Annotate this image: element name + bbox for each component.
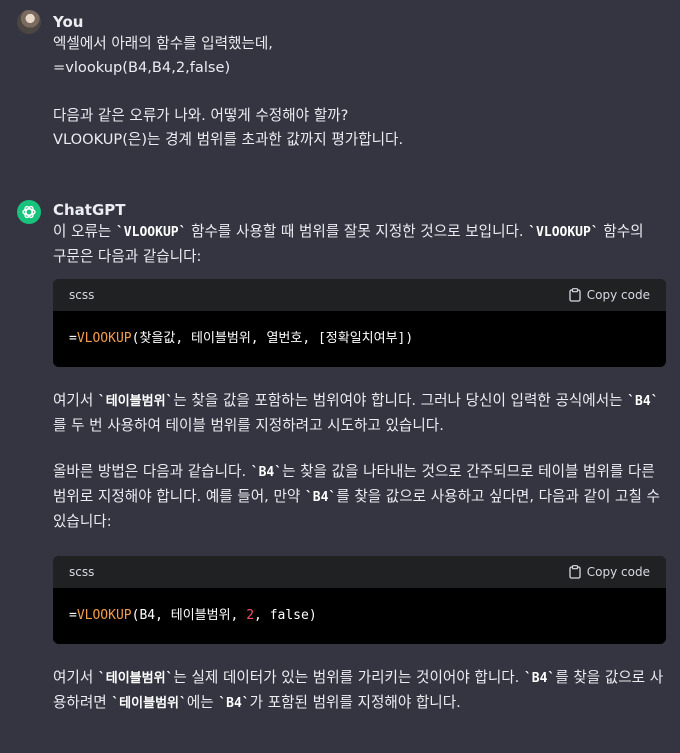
code-function: VLOOKUP [76, 331, 132, 346]
code-args-end: , false) [254, 608, 317, 623]
text: 를 두 번 사용하여 테이블 범위를 지정하려고 시도하고 있습니다. [53, 417, 444, 434]
code-language: scss [69, 565, 95, 579]
inline-code: `VLOOKUP` [528, 225, 599, 240]
code-prefix: = [69, 331, 77, 346]
copy-code-button[interactable]: Copy code [569, 288, 650, 302]
code-prefix: = [69, 608, 77, 623]
code-number: 2 [246, 608, 255, 623]
copy-code-label: Copy code [586, 288, 650, 302]
code-args: (찾을값, 테이블범위, 열번호, [정확일치여부]) [131, 331, 414, 346]
user-text-line3: 다음과 같은 오류가 나와. 어떻게 수정해야 할까? [53, 107, 349, 124]
user-name: You [53, 13, 84, 31]
inline-code: `테이블범위` [111, 696, 187, 711]
text: 가 포함된 범위를 지정해야 합니다. [249, 694, 461, 711]
text: 여기서 [53, 392, 98, 409]
code-args: (B4, 테이블범위, [131, 608, 247, 623]
text: 는 실제 데이터가 있는 범위를 가리키는 것이어야 합니다. [173, 669, 524, 686]
code-function: VLOOKUP [76, 608, 132, 623]
text: 있습니다: [53, 513, 112, 530]
chatgpt-avatar [17, 200, 41, 224]
code-header: scss Copy code [53, 279, 666, 311]
text: 구문은 다음과 같습니다: [53, 248, 202, 265]
assistant-paragraph-2: 여기서 `테이블범위`는 찾을 값을 포함하는 범위여야 합니다. 그러나 당신… [53, 389, 666, 438]
code-block-2: scss Copy code =VLOOKUP(B4, 테이블범위, 2, fa… [53, 556, 666, 644]
text: 함수를 사용할 때 범위를 잘못 지정한 것으로 보입니다. [186, 223, 529, 240]
inline-code: `B4` [250, 465, 283, 480]
user-text-line4: VLOOKUP(은)는 경계 범위를 초과한 값까지 평가합니다. [53, 131, 404, 148]
text: 를 찾을 값으로 사용하고 싶다면, 다음과 같이 고칠 수 [336, 488, 660, 505]
text: 이 오류는 [53, 223, 116, 240]
assistant-paragraph-4: 여기서 `테이블범위`는 실제 데이터가 있는 범위를 가리키는 것이어야 합니… [53, 666, 666, 716]
code-language: scss [69, 288, 95, 302]
user-text-line2: =vlookup(B4,B4,2,false) [53, 59, 231, 76]
inline-code: `테이블범위` [97, 394, 174, 409]
text: 올바른 방법은 다음과 같습니다. [53, 463, 251, 480]
assistant-name: ChatGPT [53, 201, 126, 219]
code-header: scss Copy code [53, 556, 666, 588]
code-block-1: scss Copy code =VLOOKUP(찾을값, 테이블범위, 열번호,… [53, 279, 666, 367]
inline-code: `B4` [218, 696, 250, 711]
user-message: You 엑셀에서 아래의 함수를 입력했는데, =vlookup(B4,B4,2… [0, 0, 680, 152]
user-text-line1: 엑셀에서 아래의 함수를 입력했는데, [53, 35, 273, 52]
text: 범위로 지정해야 합니다. 예를 들어, 만약 [53, 488, 305, 505]
text: 를 찾을 값으로 사 [555, 669, 664, 686]
copy-code-label: Copy code [586, 565, 650, 579]
code-content: =VLOOKUP(찾을값, 테이블범위, 열번호, [정확일치여부]) [53, 311, 666, 367]
openai-logo-icon [22, 205, 36, 219]
text: 여기서 [53, 669, 98, 686]
text: 는 찾을 값을 포함하는 범위여야 합니다. 그러나 당신이 입력한 공식에서는 [173, 392, 628, 409]
assistant-paragraph-1: 이 오류는 `VLOOKUP` 함수를 사용할 때 범위를 잘못 지정한 것으로… [53, 220, 666, 269]
inline-code: `B4` [627, 394, 659, 409]
inline-code: `B4` [304, 490, 337, 505]
assistant-paragraph-3: 올바른 방법은 다음과 같습니다. `B4`는 찾을 값을 나타내는 것으로 간… [53, 460, 666, 534]
text: 에는 [186, 694, 219, 711]
inline-code: `B4` [523, 671, 556, 686]
assistant-message: ChatGPT 이 오류는 `VLOOKUP` 함수를 사용할 때 범위를 잘못… [0, 200, 680, 716]
text: 용하려면 [53, 694, 112, 711]
text: 는 찾을 값을 나타내는 것으로 간주되므로 테이블 범위를 다른 [282, 463, 655, 480]
clipboard-icon [569, 288, 581, 302]
inline-code: `테이블범위` [97, 671, 174, 686]
inline-code: `VLOOKUP` [115, 225, 187, 240]
user-avatar [17, 10, 41, 34]
text: 함수의 [598, 223, 644, 240]
clipboard-icon [569, 565, 581, 579]
copy-code-button[interactable]: Copy code [569, 565, 650, 579]
code-content: =VLOOKUP(B4, 테이블범위, 2, false) [53, 588, 666, 644]
